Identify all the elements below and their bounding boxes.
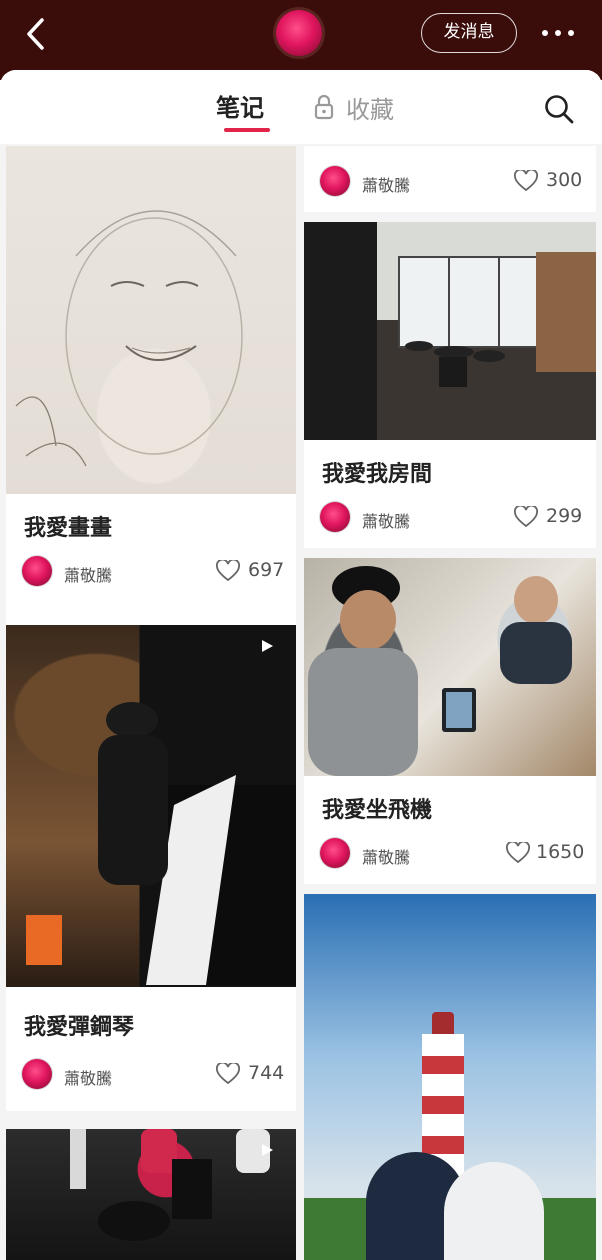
note-cover-image xyxy=(304,894,596,1260)
note-title: 我愛坐飛機 xyxy=(322,798,433,823)
like-count: 1650 xyxy=(536,841,585,863)
heart-icon[interactable] xyxy=(514,170,538,192)
note-cover-image xyxy=(304,558,596,776)
author-avatar[interactable] xyxy=(22,556,52,586)
like-count: 300 xyxy=(546,169,583,191)
author-avatar[interactable] xyxy=(320,166,350,196)
top-bar: 发消息 xyxy=(0,0,602,80)
author-name[interactable]: 蕭敬騰 xyxy=(362,844,410,868)
like-count: 744 xyxy=(248,1062,285,1084)
note-cover-image xyxy=(6,625,296,987)
heart-icon[interactable] xyxy=(216,560,240,582)
author-row: 蕭敬騰 697 xyxy=(22,556,284,588)
send-message-button[interactable]: 发消息 xyxy=(421,13,517,53)
note-title: 我愛我房間 xyxy=(322,462,433,487)
note-card[interactable] xyxy=(304,894,596,1260)
person-figure xyxy=(444,1162,544,1260)
note-card[interactable]: 我愛畫畫 蕭敬騰 697 xyxy=(6,146,296,674)
tab-notes[interactable]: 笔记 xyxy=(216,88,264,123)
author-name[interactable]: 蕭敬騰 xyxy=(362,508,410,532)
note-cover-image xyxy=(6,1129,296,1260)
video-play-icon xyxy=(262,640,273,652)
lighthouse-lantern xyxy=(432,1012,454,1034)
heart-icon[interactable] xyxy=(216,1063,240,1085)
note-card[interactable]: 我愛我房間 蕭敬騰 299 xyxy=(304,222,596,548)
note-cover-image xyxy=(6,146,296,494)
note-card[interactable] xyxy=(6,1129,296,1260)
studio-scene xyxy=(70,1129,270,1241)
active-tab-indicator xyxy=(224,128,270,132)
author-avatar[interactable] xyxy=(320,838,350,868)
video-play-icon xyxy=(262,1144,273,1156)
airplane-selfie-scene xyxy=(308,566,572,776)
note-title: 我愛彈鋼琴 xyxy=(24,1015,135,1040)
tab-bar: 笔记 收藏 xyxy=(0,70,602,144)
note-card[interactable]: 我愛坐飛機 蕭敬騰 1650 xyxy=(304,558,596,884)
author-name[interactable]: 蕭敬騰 xyxy=(362,172,410,196)
tab-favorites[interactable]: 收藏 xyxy=(346,90,394,125)
lock-icon xyxy=(314,94,334,120)
note-title: 我愛畫畫 xyxy=(24,516,113,541)
like-count: 697 xyxy=(248,559,285,581)
author-name[interactable]: 蕭敬騰 xyxy=(64,562,112,586)
back-arrow-icon[interactable] xyxy=(20,14,56,54)
author-row: 蕭敬騰 299 xyxy=(320,502,582,534)
note-card[interactable]: 我愛彈鋼琴 蕭敬騰 744 xyxy=(6,625,296,1111)
search-icon[interactable] xyxy=(542,92,576,126)
profile-avatar[interactable] xyxy=(276,10,322,56)
content-sheet: 笔记 收藏 我愛畫畫 蕭敬騰 697 我愛彈鋼琴 蕭敬騰 744 蕭敬騰 300… xyxy=(0,70,602,1260)
sketch-drawing xyxy=(15,210,243,467)
author-name[interactable]: 蕭敬騰 xyxy=(64,1065,112,1089)
more-options-icon[interactable] xyxy=(538,22,578,42)
author-row: 蕭敬騰 1650 xyxy=(320,838,585,870)
author-avatar[interactable] xyxy=(320,502,350,532)
author-row: 蕭敬騰 744 xyxy=(22,1059,284,1091)
note-cover-image xyxy=(304,222,596,440)
like-count: 299 xyxy=(546,505,583,527)
piano-scene xyxy=(26,702,296,985)
note-card[interactable]: 蕭敬騰 300 xyxy=(304,146,596,212)
author-row: 蕭敬騰 300 xyxy=(320,166,582,198)
drum-room-scene xyxy=(398,252,596,387)
author-avatar[interactable] xyxy=(22,1059,52,1089)
heart-icon[interactable] xyxy=(514,506,538,528)
heart-icon[interactable] xyxy=(506,842,530,864)
